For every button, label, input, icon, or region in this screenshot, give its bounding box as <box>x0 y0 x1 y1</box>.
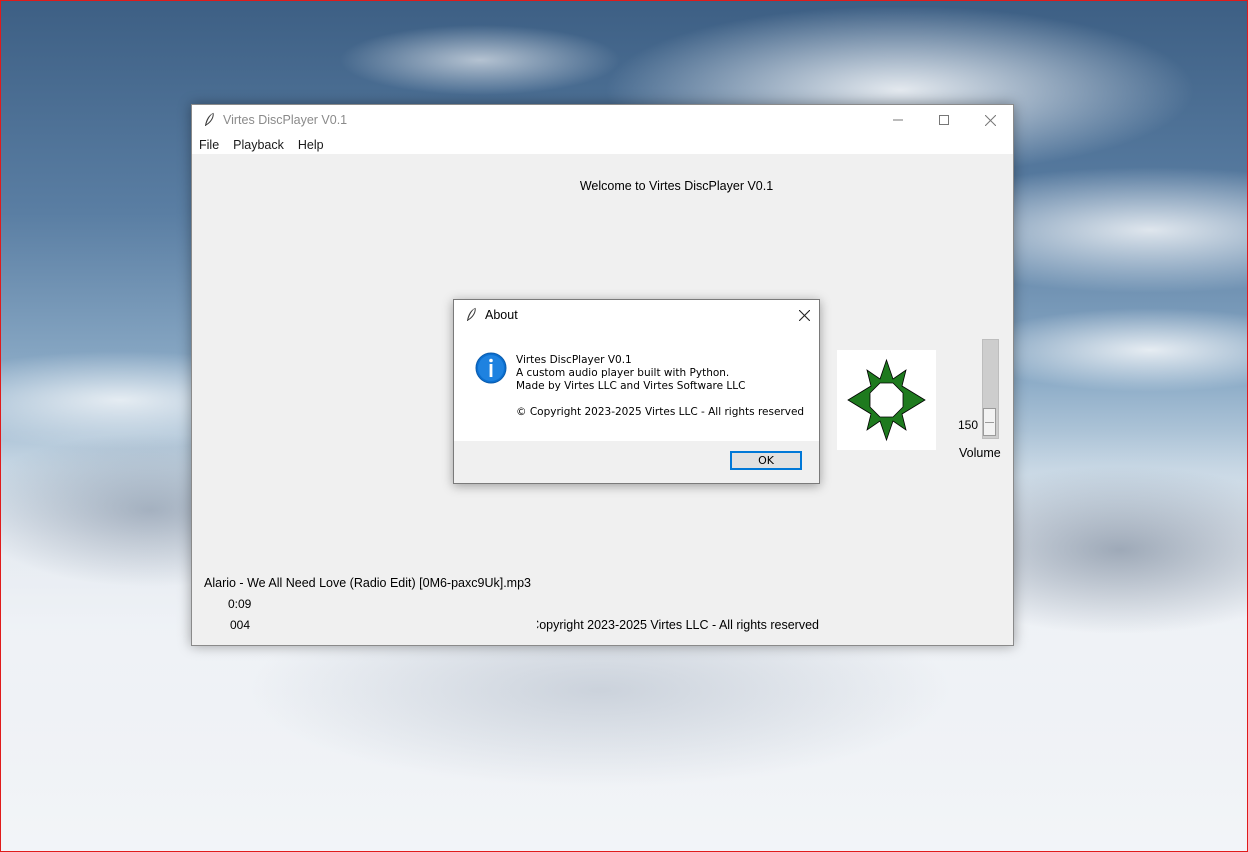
album-art <box>837 350 936 450</box>
time-elapsed: 0:09 <box>228 597 252 611</box>
welcome-text: Welcome to Virtes DiscPlayer V0.1 <box>579 179 774 193</box>
maximize-icon <box>939 115 949 125</box>
dialog-line-author: Made by Virtes LLC and Virtes Software L… <box>516 380 746 392</box>
dialog-titlebar[interactable]: About <box>454 300 819 330</box>
info-icon <box>475 352 507 384</box>
minimize-button[interactable] <box>875 105 921 135</box>
ok-button[interactable]: OK <box>730 451 802 470</box>
dialog-line-app: Virtes DiscPlayer V0.1 <box>516 354 632 366</box>
dialog-line-description: A custom audio player built with Python. <box>516 367 730 379</box>
menu-help[interactable]: Help <box>291 138 331 152</box>
menu-playback[interactable]: Playback <box>226 138 291 152</box>
green-star-icon <box>847 358 926 442</box>
dialog-copyright: © Copyright 2023-2025 Virtes LLC - All r… <box>516 406 805 418</box>
dialog-title: About <box>485 308 518 322</box>
footer-copyright: © Copyright 2023-2025 Virtes LLC - All r… <box>537 618 819 632</box>
volume-value: 150 <box>958 418 979 432</box>
feather-icon <box>201 112 217 128</box>
feather-icon <box>463 307 479 323</box>
menu-bar: File Playback Help <box>192 135 1013 154</box>
close-button[interactable] <box>967 105 1013 135</box>
volume-label: Volume <box>959 446 1001 460</box>
dialog-message: Virtes DiscPlayer V0.1 A custom audio pl… <box>516 354 804 419</box>
volume-slider-handle[interactable] <box>983 408 996 436</box>
track-name: Alario - We All Need Love (Radio Edit) [… <box>204 576 531 590</box>
close-icon <box>984 114 996 126</box>
menu-file[interactable]: File <box>192 138 226 152</box>
dialog-body: Virtes DiscPlayer V0.1 A custom audio pl… <box>454 330 819 441</box>
minimize-icon <box>893 119 903 121</box>
window-titlebar[interactable]: Virtes DiscPlayer V0.1 <box>192 105 1013 135</box>
footer-copyright-text: © Copyright 2023-2025 Virtes LLC - All r… <box>537 618 819 632</box>
track-number: 004 <box>230 618 251 632</box>
window-controls <box>875 105 1013 135</box>
close-icon <box>798 309 810 321</box>
about-dialog: About Virtes DiscPlayer V0.1 A custom au… <box>453 299 820 484</box>
dialog-close-button[interactable] <box>789 300 819 330</box>
maximize-button[interactable] <box>921 105 967 135</box>
window-title: Virtes DiscPlayer V0.1 <box>223 113 348 127</box>
